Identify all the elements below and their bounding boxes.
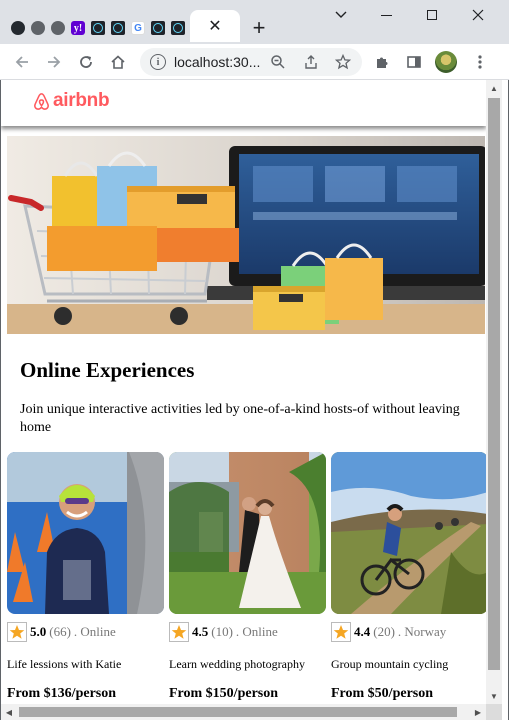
url-text[interactable]: localhost:30... — [174, 54, 260, 70]
card-price: From $150/person — [169, 686, 279, 701]
card-review-count: (20) — [373, 624, 395, 639]
navbar: airbnb — [1, 80, 486, 126]
globe-icon — [51, 21, 65, 35]
more-vert-icon — [478, 55, 482, 69]
card-rating: 4.5 — [192, 624, 209, 639]
tab-github[interactable] — [8, 14, 28, 42]
chevron-down-icon — [335, 11, 347, 18]
scroll-up-arrow-icon[interactable]: ▲ — [486, 80, 502, 96]
yahoo-icon: y! — [71, 21, 85, 35]
reload-icon — [80, 56, 92, 68]
tab-react-4[interactable] — [168, 14, 188, 42]
card-price: From $136/person — [7, 686, 117, 701]
address-bar[interactable]: i localhost:30... — [140, 48, 362, 76]
share-icon[interactable] — [301, 52, 321, 72]
experience-card[interactable]: 4.4 (20) . Norway Group mountain cycling… — [331, 452, 486, 701]
card-title[interactable]: Group mountain cycling — [331, 657, 448, 672]
tab-search-button[interactable] — [318, 0, 364, 30]
airbnb-logo[interactable]: airbnb — [33, 90, 110, 112]
forward-button[interactable] — [40, 48, 68, 76]
card-photo-cycling[interactable] — [331, 452, 486, 614]
arrow-left-icon — [15, 56, 28, 68]
scroll-right-arrow-icon[interactable]: ▶ — [470, 704, 486, 720]
browser-toolbar: i localhost:30... — [0, 44, 509, 80]
profile-button[interactable] — [432, 48, 460, 76]
tab-react-1[interactable] — [88, 14, 108, 42]
card-location: . Online — [73, 624, 116, 639]
extensions-button[interactable] — [368, 48, 396, 76]
github-icon — [11, 21, 25, 35]
horizontal-scroll-thumb[interactable] — [19, 707, 457, 717]
page-title: Online Experiences — [20, 358, 195, 382]
minimize-icon — [380, 14, 392, 16]
maximize-icon — [427, 10, 437, 20]
scrollbar-corner — [486, 704, 502, 720]
back-button[interactable] — [8, 48, 36, 76]
react-icon — [111, 21, 125, 35]
scroll-left-arrow-icon[interactable]: ◀ — [1, 704, 17, 720]
card-rating: 5.0 — [30, 624, 47, 639]
tab-react-2[interactable] — [108, 14, 128, 42]
card-title[interactable]: Learn wedding photography — [169, 657, 305, 672]
close-tab-icon[interactable]: ✕ — [208, 16, 221, 36]
zoom-out-icon[interactable] — [268, 52, 288, 72]
card-title[interactable]: Life lessions with Katie — [7, 657, 121, 672]
experience-card[interactable]: 4.5 (10) . Online Learn wedding photogra… — [169, 452, 326, 701]
hero-image — [7, 136, 485, 334]
card-stats: 4.5 (10) . Online — [169, 622, 278, 642]
card-stats: 4.4 (20) . Norway — [331, 622, 446, 642]
home-button[interactable] — [104, 48, 132, 76]
tab-strip: y! G ✕ + — [8, 10, 274, 42]
experience-card[interactable]: 5.0 (66) . Online Life lessions with Kat… — [7, 452, 164, 701]
card-photo-swimmer[interactable] — [7, 452, 164, 614]
new-tab-button[interactable]: + — [244, 14, 274, 42]
horizontal-scrollbar[interactable]: ◀ ▶ — [1, 704, 486, 720]
card-review-count: (66) — [49, 624, 71, 639]
close-window-button[interactable] — [455, 0, 501, 30]
star-icon — [7, 622, 27, 642]
card-review-count: (10) — [211, 624, 233, 639]
browser-titlebar: y! G ✕ + — [0, 0, 509, 44]
vertical-scrollbar[interactable]: ▲ ▼ — [486, 80, 502, 704]
card-photo-wedding[interactable] — [169, 452, 326, 614]
card-rating: 4.4 — [354, 624, 371, 639]
vertical-scroll-thumb[interactable] — [488, 98, 500, 670]
reload-button[interactable] — [72, 48, 100, 76]
menu-button[interactable] — [466, 48, 494, 76]
card-stats: 5.0 (66) . Online — [7, 622, 116, 642]
tab-google[interactable]: G — [128, 14, 148, 42]
info-icon[interactable]: i — [150, 54, 166, 70]
star-icon — [331, 622, 351, 642]
tab-globe-2[interactable] — [48, 14, 68, 42]
star-icon — [169, 622, 189, 642]
home-icon — [111, 55, 125, 69]
tab-yahoo[interactable]: y! — [68, 14, 88, 42]
card-location: . Online — [235, 624, 278, 639]
close-icon — [472, 9, 484, 21]
side-panel-button[interactable] — [400, 48, 428, 76]
globe-icon — [31, 21, 45, 35]
puzzle-icon — [377, 57, 388, 68]
react-icon — [151, 21, 165, 35]
page-description: Join unique interactive activities led b… — [20, 402, 460, 435]
maximize-button[interactable] — [409, 0, 455, 30]
side-panel-icon — [407, 56, 421, 68]
page-viewport: airbnb Online Experiences Join unique in… — [0, 80, 509, 720]
page: airbnb Online Experiences Join unique in… — [1, 80, 486, 704]
react-icon — [91, 21, 105, 35]
card-price: From $50/person — [331, 686, 434, 701]
avatar — [435, 51, 457, 73]
brand-name: airbnb — [53, 90, 110, 111]
active-tab[interactable]: ✕ — [190, 10, 240, 42]
tab-react-3[interactable] — [148, 14, 168, 42]
minimize-button[interactable] — [363, 0, 409, 30]
card-location: . Norway — [397, 624, 447, 639]
tab-globe-1[interactable] — [28, 14, 48, 42]
bookmark-star-icon[interactable] — [333, 52, 353, 72]
google-icon: G — [131, 21, 145, 35]
scroll-down-arrow-icon[interactable]: ▼ — [486, 688, 502, 704]
airbnb-logo-icon — [34, 92, 49, 110]
react-icon — [171, 21, 185, 35]
arrow-right-icon — [48, 56, 61, 68]
